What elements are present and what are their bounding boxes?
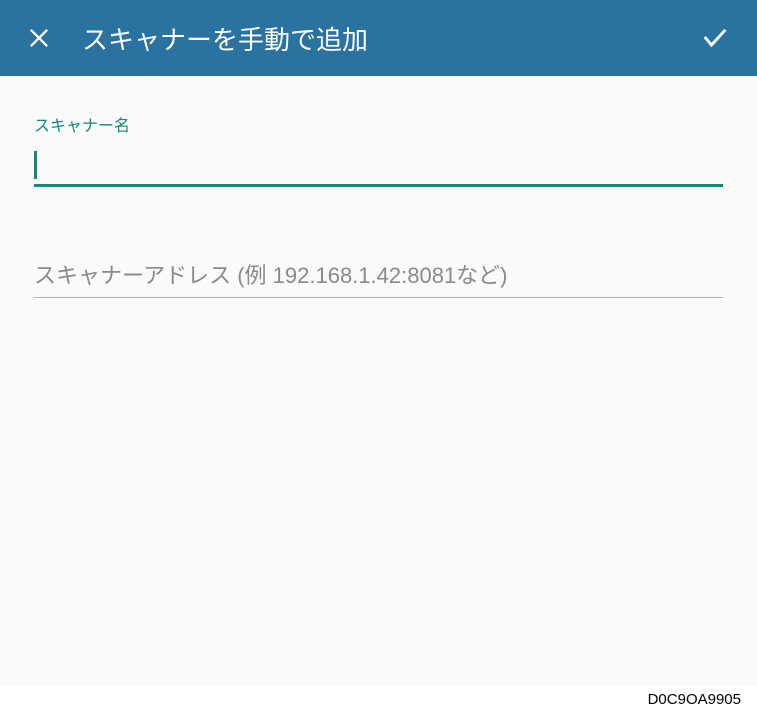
scanner-name-label: スキャナー名 [34,112,723,136]
text-cursor [34,151,37,179]
scanner-address-field-group [34,255,723,298]
close-button[interactable] [28,27,50,49]
dialog-container: スキャナーを手動で追加 スキャナー名 [0,0,757,686]
dialog-header: スキャナーを手動で追加 [0,0,757,76]
scanner-name-field-group: スキャナー名 [34,112,723,187]
check-icon [701,24,729,52]
scanner-name-input[interactable] [34,144,723,187]
image-id-label: D0C9OA9905 [648,691,741,708]
confirm-button[interactable] [701,24,729,52]
form-area: スキャナー名 [0,76,757,686]
close-icon [28,27,50,49]
dialog-title: スキャナーを手動で追加 [82,20,701,57]
scanner-address-input[interactable] [34,255,723,298]
